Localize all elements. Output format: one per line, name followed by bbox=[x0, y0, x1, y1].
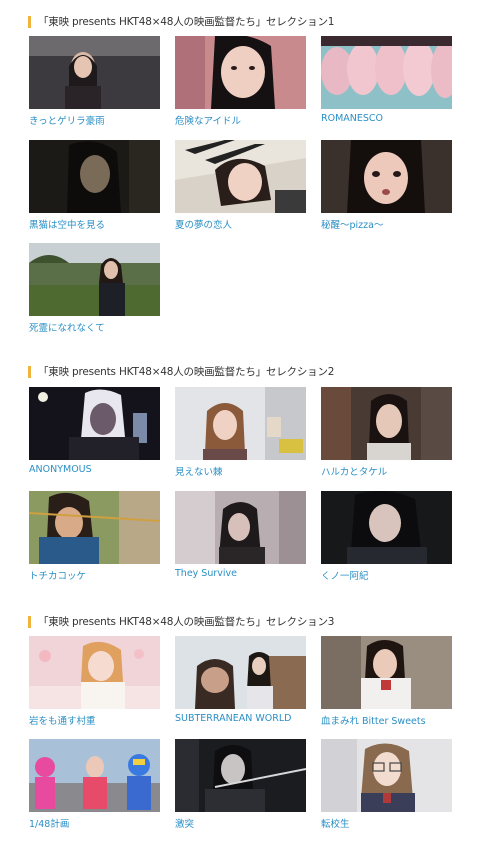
section-heading-1: 「東映 presents HKT48×48人の映画監督たち」セレクション1 bbox=[28, 14, 334, 29]
section-heading-3: 「東映 presents HKT48×48人の映画監督たち」セレクション3 bbox=[28, 614, 334, 629]
video-title[interactable]: 岩をも通す村重 bbox=[29, 713, 160, 727]
video-title[interactable]: 夏の夢の恋人 bbox=[175, 217, 306, 231]
section-title: 「東映 presents HKT48×48人の映画監督たち」セレクション1 bbox=[38, 16, 335, 28]
video-card[interactable]: ハルカとタケル bbox=[321, 387, 452, 478]
video-card[interactable]: ROMANESCO bbox=[321, 36, 452, 124]
accent-bar bbox=[28, 365, 31, 378]
accent-bar bbox=[28, 615, 31, 628]
video-title[interactable]: 転校生 bbox=[321, 816, 452, 830]
video-thumbnail[interactable] bbox=[29, 387, 160, 460]
video-title[interactable]: SUBTERRANEAN WORLD bbox=[175, 713, 306, 724]
video-thumbnail[interactable] bbox=[175, 140, 306, 213]
video-thumbnail[interactable] bbox=[321, 491, 452, 564]
video-title[interactable]: 秘醒〜pizza〜 bbox=[321, 217, 452, 231]
video-thumbnail[interactable] bbox=[321, 387, 452, 460]
video-card[interactable]: 秘醒〜pizza〜 bbox=[321, 140, 452, 231]
video-title[interactable]: 危険なアイドル bbox=[175, 113, 306, 127]
video-thumbnail[interactable] bbox=[321, 140, 452, 213]
video-card[interactable]: 死霊になれなくて bbox=[29, 243, 160, 334]
video-card[interactable]: 血まみれ Bitter Sweets bbox=[321, 636, 452, 727]
video-thumbnail[interactable] bbox=[29, 491, 160, 564]
video-card[interactable]: 黒猫は空中を見る bbox=[29, 140, 160, 231]
video-title[interactable]: トチカコッケ bbox=[29, 568, 160, 582]
section-title: 「東映 presents HKT48×48人の映画監督たち」セレクション3 bbox=[38, 616, 335, 628]
video-card[interactable]: 転校生 bbox=[321, 739, 452, 830]
video-card[interactable]: 夏の夢の恋人 bbox=[175, 140, 306, 231]
video-card[interactable]: ANONYMOUS bbox=[29, 387, 160, 475]
video-thumbnail[interactable] bbox=[29, 636, 160, 709]
video-thumbnail[interactable] bbox=[29, 739, 160, 812]
section-heading-2: 「東映 presents HKT48×48人の映画監督たち」セレクション2 bbox=[28, 364, 334, 379]
video-title[interactable]: ROMANESCO bbox=[321, 113, 452, 124]
video-card[interactable]: くノ一阿紀 bbox=[321, 491, 452, 582]
video-card[interactable]: トチカコッケ bbox=[29, 491, 160, 582]
video-thumbnail[interactable] bbox=[29, 243, 160, 316]
video-title[interactable]: They Survive bbox=[175, 568, 306, 579]
video-title[interactable]: 血まみれ Bitter Sweets bbox=[321, 713, 452, 727]
video-title[interactable]: 1/48計画 bbox=[29, 816, 160, 830]
video-card[interactable]: 危険なアイドル bbox=[175, 36, 306, 127]
video-title[interactable]: きっとゲリラ豪雨 bbox=[29, 113, 160, 127]
video-thumbnail[interactable] bbox=[29, 36, 160, 109]
video-title[interactable]: ANONYMOUS bbox=[29, 464, 160, 475]
video-title[interactable]: 激突 bbox=[175, 816, 306, 830]
section-title: 「東映 presents HKT48×48人の映画監督たち」セレクション2 bbox=[38, 366, 335, 378]
video-thumbnail[interactable] bbox=[175, 636, 306, 709]
video-thumbnail[interactable] bbox=[321, 636, 452, 709]
video-card[interactable]: きっとゲリラ豪雨 bbox=[29, 36, 160, 127]
video-card[interactable]: SUBTERRANEAN WORLD bbox=[175, 636, 306, 724]
video-thumbnail[interactable] bbox=[175, 36, 306, 109]
video-thumbnail[interactable] bbox=[175, 739, 306, 812]
video-card[interactable]: 岩をも通す村重 bbox=[29, 636, 160, 727]
video-thumbnail[interactable] bbox=[321, 36, 452, 109]
accent-bar bbox=[28, 15, 31, 28]
video-card[interactable]: 1/48計画 bbox=[29, 739, 160, 830]
video-thumbnail[interactable] bbox=[321, 739, 452, 812]
video-title[interactable]: くノ一阿紀 bbox=[321, 568, 452, 582]
video-title[interactable]: ハルカとタケル bbox=[321, 464, 452, 478]
video-thumbnail[interactable] bbox=[175, 387, 306, 460]
video-card[interactable]: They Survive bbox=[175, 491, 306, 579]
video-title[interactable]: 見えない棘 bbox=[175, 464, 306, 478]
video-thumbnail[interactable] bbox=[29, 140, 160, 213]
video-thumbnail[interactable] bbox=[175, 491, 306, 564]
video-card[interactable]: 激突 bbox=[175, 739, 306, 830]
video-title[interactable]: 黒猫は空中を見る bbox=[29, 217, 160, 231]
video-card[interactable]: 見えない棘 bbox=[175, 387, 306, 478]
video-title[interactable]: 死霊になれなくて bbox=[29, 320, 160, 334]
